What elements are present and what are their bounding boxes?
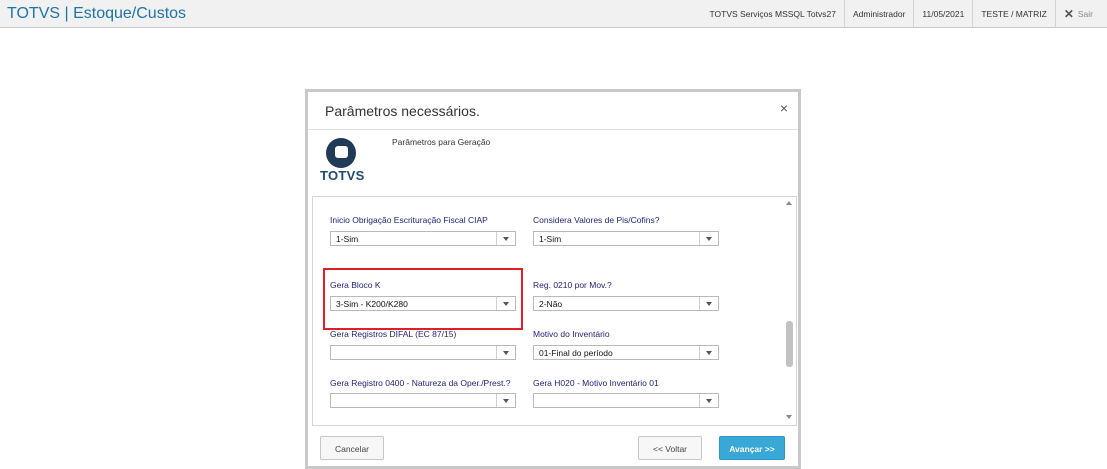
field-label-motivo-inventario: Motivo do Inventário	[533, 329, 610, 339]
dialog-title: Parâmetros necessários.	[325, 103, 480, 119]
select-ciap[interactable]: 1-Sim	[330, 231, 516, 246]
dialog-subtitle: Parâmetros para Geração	[392, 137, 491, 147]
logo-text: TOTVS	[320, 168, 365, 183]
chevron-down-icon[interactable]	[699, 346, 718, 359]
field-label-difal: Gera Registros DIFAL (EC 87/15)	[330, 329, 457, 339]
user-info: Administrador	[843, 0, 913, 28]
chevron-down-icon[interactable]	[699, 394, 718, 407]
scroll-up-icon[interactable]	[786, 201, 792, 205]
select-h020[interactable]	[533, 393, 719, 408]
cancel-button[interactable]: Cancelar	[320, 436, 384, 460]
field-label-pis-cofins: Considera Valores de Pis/Cofins?	[533, 215, 660, 225]
company-info: TESTE / MATRIZ	[972, 0, 1054, 28]
scroll-thumb[interactable]	[786, 321, 793, 367]
back-button[interactable]: << Voltar	[638, 436, 702, 460]
vertical-scrollbar[interactable]	[783, 197, 796, 425]
field-label-ciap: Inicio Obrigação Escrituração Fiscal CIA…	[330, 215, 488, 225]
chevron-down-icon[interactable]	[496, 394, 515, 407]
select-pis-cofins[interactable]: 1-Sim	[533, 231, 719, 246]
field-label-h020: Gera H020 - Motivo Inventário 01	[533, 378, 659, 388]
select-value: 1-Sim	[336, 234, 359, 244]
select-motivo-inventario[interactable]: 01-Final do período	[533, 345, 719, 360]
date-info: 11/05/2021	[913, 0, 972, 28]
chevron-down-icon[interactable]	[496, 346, 515, 359]
form-panel: Inicio Obrigação Escrituração Fiscal CIA…	[312, 196, 797, 426]
app-title: TOTVS | Estoque/Custos	[7, 5, 187, 22]
chevron-down-icon[interactable]	[699, 297, 718, 310]
totvs-logo-icon: TOTVS	[318, 134, 368, 186]
exit-button[interactable]: ✕ Sair	[1054, 0, 1107, 28]
dialog-header: Parâmetros necessários. ×	[308, 92, 798, 130]
next-button[interactable]: Avançar >>	[719, 436, 785, 460]
select-value: 1-Sim	[539, 234, 562, 244]
scroll-down-icon[interactable]	[786, 415, 792, 419]
select-registro-0400[interactable]	[330, 393, 516, 408]
logo-circle	[326, 138, 356, 168]
top-bar: TOTVS | Estoque/Custos TOTVS Serviços MS…	[0, 0, 1107, 28]
parameters-dialog: Parâmetros necessários. × TOTVS Parâmetr…	[305, 89, 801, 469]
server-info: TOTVS Serviços MSSQL Totvs27	[709, 9, 836, 19]
chevron-down-icon[interactable]	[496, 232, 515, 245]
select-value: 01-Final do período	[539, 348, 613, 358]
chevron-down-icon[interactable]	[699, 232, 718, 245]
select-reg-0210[interactable]: 2-Não	[533, 296, 719, 311]
highlight-box	[323, 268, 523, 330]
field-label-reg-0210: Reg. 0210 por Mov.?	[533, 280, 612, 290]
select-difal[interactable]	[330, 345, 516, 360]
select-value: 2-Não	[539, 299, 563, 309]
exit-label: Sair	[1077, 9, 1093, 19]
close-icon: ✕	[1063, 7, 1074, 21]
field-label-registro-0400: Gera Registro 0400 - Natureza da Oper./P…	[330, 378, 511, 388]
logo-inner	[335, 146, 348, 158]
top-info: TOTVS Serviços MSSQL Totvs27 Administrad…	[702, 0, 1107, 28]
close-icon[interactable]: ×	[780, 100, 788, 116]
